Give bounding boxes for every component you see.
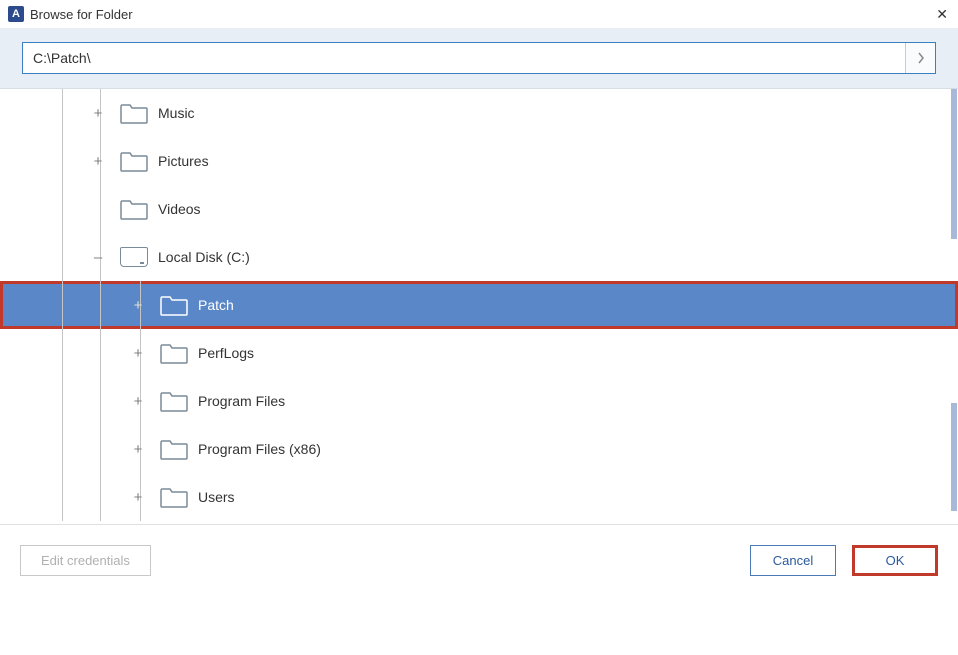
row-content: Patch: [0, 294, 234, 316]
scrollbar[interactable]: [949, 89, 957, 524]
disk-icon: [120, 247, 148, 267]
tree-row[interactable]: + Patch: [0, 281, 958, 329]
tree-row[interactable]: + Program Files (x86): [0, 425, 958, 473]
footer: Edit credentials Cancel OK: [0, 525, 958, 596]
expand-icon[interactable]: +: [132, 441, 144, 458]
tree-row[interactable]: + PerfLogs: [0, 329, 958, 377]
expand-icon[interactable]: +: [92, 153, 104, 170]
tree-container: + Music+ Pictures Videos–Local Disk (C:)…: [0, 89, 958, 525]
row-content: Program Files (x86): [0, 438, 321, 460]
scroll-thumb[interactable]: [951, 403, 957, 511]
tree-item-label: Pictures: [158, 153, 209, 169]
titlebar-left: A Browse for Folder: [8, 6, 133, 22]
tree-item-label: Local Disk (C:): [158, 249, 250, 265]
row-content: PerfLogs: [0, 342, 254, 364]
scroll-thumb[interactable]: [951, 89, 957, 239]
ok-button[interactable]: OK: [852, 545, 938, 576]
tree-item-label: Users: [198, 489, 235, 505]
tree-row[interactable]: – Local Disk (C:): [0, 233, 958, 281]
edit-credentials-button[interactable]: Edit credentials: [20, 545, 151, 576]
tree-item-label: Patch: [198, 297, 234, 313]
folder-tree[interactable]: + Music+ Pictures Videos–Local Disk (C:)…: [0, 89, 958, 521]
tree-row[interactable]: + Music: [0, 89, 958, 137]
folder-icon: [160, 294, 188, 316]
row-content: Local Disk (C:): [0, 247, 250, 267]
tree-row[interactable]: + Pictures: [0, 137, 958, 185]
expand-icon[interactable]: +: [92, 105, 104, 122]
tree-item-label: Program Files (x86): [198, 441, 321, 457]
folder-icon: [160, 486, 188, 508]
expand-icon[interactable]: +: [132, 393, 144, 410]
path-bar: [0, 28, 958, 89]
titlebar: A Browse for Folder ✕: [0, 0, 958, 28]
folder-icon: [120, 198, 148, 220]
folder-icon: [160, 390, 188, 412]
folder-icon: [160, 438, 188, 460]
footer-right: Cancel OK: [750, 545, 938, 576]
expand-icon[interactable]: +: [132, 345, 144, 362]
path-field: [22, 42, 936, 74]
app-icon: A: [8, 6, 24, 22]
go-button[interactable]: [905, 43, 935, 73]
tree-item-label: Videos: [158, 201, 201, 217]
chevron-right-icon: [917, 52, 925, 64]
folder-icon: [120, 150, 148, 172]
row-content: Users: [0, 486, 235, 508]
close-icon[interactable]: ✕: [936, 6, 948, 23]
path-input[interactable]: [23, 43, 905, 73]
window-title: Browse for Folder: [30, 7, 133, 22]
tree-item-label: PerfLogs: [198, 345, 254, 361]
tree-row[interactable]: + Users: [0, 473, 958, 521]
folder-icon: [160, 342, 188, 364]
row-content: Pictures: [0, 150, 209, 172]
tree-item-label: Program Files: [198, 393, 285, 409]
expand-icon[interactable]: +: [132, 489, 144, 506]
collapse-icon[interactable]: –: [92, 249, 104, 266]
tree-row[interactable]: Videos: [0, 185, 958, 233]
folder-icon: [120, 102, 148, 124]
cancel-button[interactable]: Cancel: [750, 545, 836, 576]
expand-icon[interactable]: +: [132, 297, 144, 314]
tree-row[interactable]: + Program Files: [0, 377, 958, 425]
tree-item-label: Music: [158, 105, 195, 121]
